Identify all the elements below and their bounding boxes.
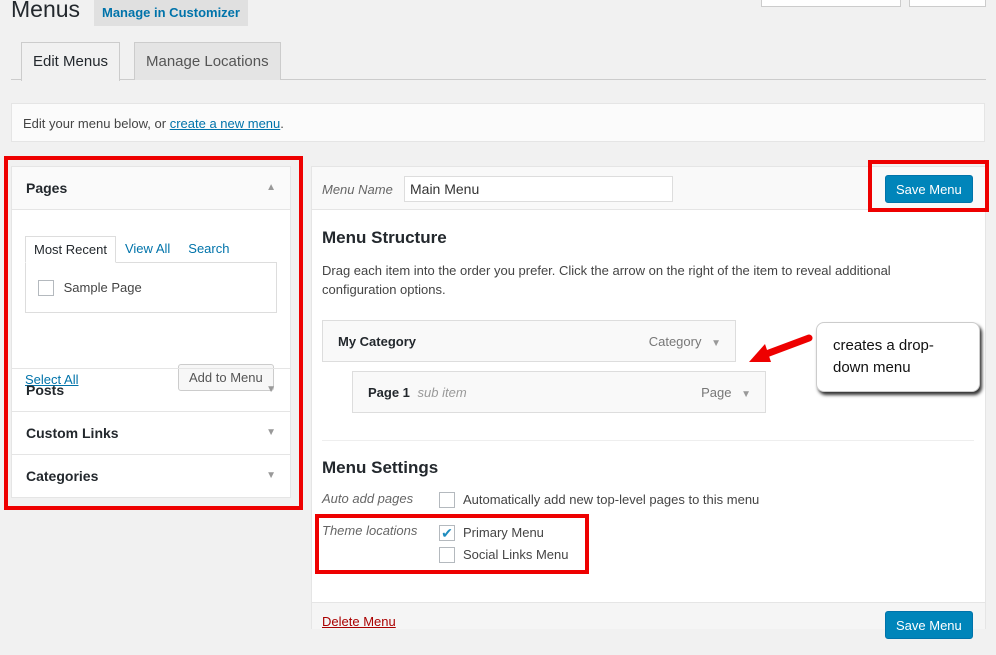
highlight-box [315, 514, 589, 574]
auto-add-text: Automatically add new top-level pages to… [463, 492, 760, 508]
menu-item-title: My Category [338, 334, 417, 349]
menu-name-label: Menu Name [322, 182, 393, 197]
menu-item-my-category[interactable]: My Category Category ▼ [322, 320, 736, 362]
menu-name-input[interactable] [404, 176, 673, 202]
annotation-callout: creates a drop-down menu [816, 322, 980, 392]
menu-item-type: Page [701, 385, 732, 400]
manage-in-customizer-button[interactable]: Manage in Customizer [94, 0, 248, 26]
save-menu-button-bottom[interactable]: Save Menu [885, 611, 973, 639]
delete-menu-link[interactable]: Delete Menu [322, 614, 396, 629]
menu-settings-title: Menu Settings [322, 458, 439, 477]
notice-text: Edit your menu below, or [23, 116, 170, 131]
screen-options-button[interactable] [761, 0, 901, 7]
menu-structure-desc: Drag each item into the order you prefer… [322, 263, 891, 297]
menu-item-page-1[interactable]: Page 1 sub item Page ▼ [352, 371, 766, 413]
help-button[interactable] [909, 0, 986, 7]
tab-edit-menus[interactable]: Edit Menus [21, 42, 121, 81]
arrow-annotation-icon [749, 334, 813, 362]
menu-structure-title: Menu Structure [322, 228, 447, 247]
auto-add-checkbox[interactable] [439, 491, 455, 508]
highlight-box [868, 160, 989, 212]
menu-item-title: Page 1 [368, 385, 410, 400]
create-new-menu-link[interactable]: create a new menu [170, 116, 281, 131]
triangle-down-icon[interactable]: ▼ [711, 338, 721, 349]
triangle-down-icon[interactable]: ▼ [741, 389, 751, 400]
divider [322, 440, 974, 441]
auto-add-label: Auto add pages [322, 491, 414, 506]
notice: Edit your menu below, or create a new me… [11, 103, 985, 142]
highlight-box [4, 156, 303, 510]
tab-manage-locations[interactable]: Manage Locations [134, 42, 281, 80]
sub-item-label: sub item [417, 385, 467, 400]
notice-end: . [280, 116, 284, 131]
menu-item-type: Category [648, 334, 702, 349]
page-title: Menus [11, 0, 81, 22]
